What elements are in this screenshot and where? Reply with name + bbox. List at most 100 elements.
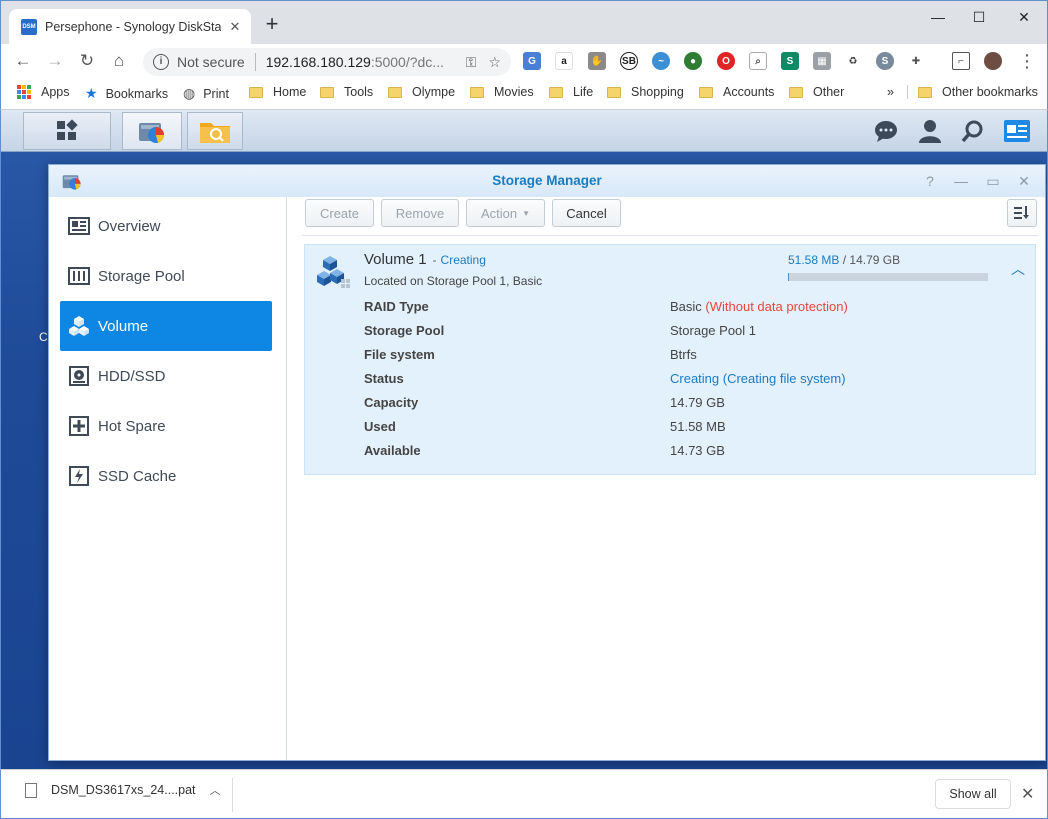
sidebar-item-volume[interactable]: Volume — [60, 301, 272, 351]
sidebar-item-hot-spare[interactable]: Hot Spare — [60, 401, 272, 451]
prop-label-file-system: File system — [364, 347, 435, 362]
file-station-icon — [200, 123, 230, 143]
shelf-close-icon[interactable]: ✕ — [1021, 784, 1034, 804]
cancel-button[interactable]: Cancel — [552, 199, 621, 227]
remove-button[interactable]: Remove — [381, 199, 459, 227]
sidebar-item-ssd-cache[interactable]: SSD Cache — [60, 451, 272, 501]
bookmark-bookmarks[interactable]: ★ Bookmarks — [85, 85, 168, 102]
url-text[interactable]: 192.168.180.129:5000/?dc... — [266, 54, 454, 70]
amazon-extension-icon[interactable]: a — [555, 52, 573, 70]
sort-button[interactable] — [1007, 199, 1037, 227]
user-icon[interactable] — [917, 118, 943, 144]
cast-icon[interactable]: ⌐ — [952, 52, 970, 70]
maximize-button[interactable]: ☐ — [956, 7, 1002, 27]
help-icon[interactable]: ? — [921, 172, 939, 190]
raid-type-value: Basic — [670, 299, 702, 314]
home-icon[interactable]: ⌂ — [107, 49, 131, 73]
sb-extension-icon[interactable]: SB — [620, 52, 638, 70]
prop-value-used: 51.58 MB — [670, 419, 726, 434]
star-bookmark-icon: ★ — [85, 85, 98, 101]
bookmark-accounts[interactable]: Accounts — [699, 85, 774, 99]
reload-icon[interactable]: ↻ — [75, 49, 99, 73]
bookmark-label: Home — [273, 85, 307, 99]
window-maximize-icon[interactable]: ▭ — [984, 172, 1002, 190]
bookmark-movies[interactable]: Movies — [470, 85, 534, 99]
bookmark-apps[interactable]: Apps — [17, 85, 70, 99]
other-bookmarks-label: Other bookmarks — [942, 85, 1038, 99]
key-icon[interactable]: ⚿ — [466, 54, 477, 71]
widgets-icon[interactable] — [1004, 118, 1030, 144]
translate-extension-icon[interactable]: G — [523, 52, 541, 70]
notifications-chat-icon[interactable] — [873, 118, 899, 144]
browser-tab[interactable]: DSM Persephone - Synology DiskStation ✕ — [9, 9, 251, 45]
folder-icon — [249, 86, 263, 98]
prop-value-storage-pool: Storage Pool 1 — [670, 323, 757, 338]
bookmark-life[interactable]: Life — [549, 85, 593, 99]
browser-title-bar: DSM Persephone - Synology DiskStation ✕ … — [0, 0, 1048, 45]
bookmark-other[interactable]: Other — [789, 85, 844, 99]
globe-extension-icon[interactable]: ● — [684, 52, 702, 70]
tab-title: Persephone - Synology DiskStation — [45, 20, 221, 34]
chevron-up-icon[interactable]: ︿ — [1008, 259, 1028, 279]
security-label: Not secure — [177, 54, 245, 70]
bookmark-print[interactable]: ◍ Print — [183, 85, 229, 102]
window-minimize-icon[interactable]: — — [952, 172, 970, 190]
close-button[interactable]: ✕ — [1001, 7, 1047, 27]
forward-icon[interactable]: → — [43, 49, 67, 73]
bookmark-label: Print — [203, 86, 229, 101]
bookmark-shopping[interactable]: Shopping — [607, 85, 684, 99]
menu-icon[interactable]: ⋮ — [1015, 49, 1039, 73]
dsm-taskbar — [1, 110, 1047, 152]
window-close-icon[interactable]: ✕ — [1015, 172, 1033, 190]
dsm-desktop: C Storage Manager ? — ▭ ✕ Overview Stora… — [0, 110, 1048, 769]
taskbar-file-station-button[interactable] — [187, 112, 243, 150]
info-icon[interactable]: i — [153, 54, 169, 70]
bookmarks-overflow-button[interactable]: » — [887, 85, 894, 99]
recycle-extension-icon[interactable]: ♻ — [844, 52, 862, 70]
search-page-extension-icon[interactable]: ⌕ — [749, 52, 767, 70]
prop-value-raid-type: Basic (Without data protection) — [670, 299, 848, 314]
hand-extension-icon[interactable]: ✋ — [588, 52, 606, 70]
bookmark-olympe[interactable]: Olympe — [388, 85, 455, 99]
omnibox-divider — [254, 53, 256, 71]
main-menu-button[interactable] — [23, 112, 111, 150]
bookmark-home[interactable]: Home — [249, 85, 306, 99]
folder-icon — [320, 86, 334, 98]
prop-label-status: Status — [364, 371, 404, 386]
pulse-extension-icon[interactable]: ~ — [652, 52, 670, 70]
minimize-button[interactable]: — — [915, 7, 961, 27]
volume-usage-text: 51.58 MB / 14.79 GB — [788, 253, 901, 267]
sidebar-label: Overview — [98, 217, 161, 235]
overview-icon — [68, 215, 90, 237]
search-icon[interactable] — [960, 118, 986, 144]
download-item[interactable]: DSM_DS3617xs_24....pat ︿ — [25, 782, 221, 798]
star-icon[interactable]: ☆ — [488, 54, 501, 71]
bookmark-tools[interactable]: Tools — [320, 85, 373, 99]
puzzle-extension-icon[interactable]: ✚ — [907, 52, 925, 70]
prop-value-status: Creating (Creating file system) — [670, 371, 846, 386]
back-icon[interactable]: ← — [11, 49, 35, 73]
chevron-up-icon[interactable]: ︿ — [210, 782, 221, 798]
sidebar-item-hdd-ssd[interactable]: HDD/SSD — [60, 351, 272, 401]
tab-close-icon[interactable]: ✕ — [227, 19, 243, 35]
opera-extension-icon[interactable]: O — [717, 52, 735, 70]
volume-card[interactable]: Volume 1- Creating Located on Storage Poo… — [304, 244, 1036, 475]
sidebar-item-storage-pool[interactable]: Storage Pool — [60, 251, 272, 301]
bookmark-label: Life — [573, 85, 594, 99]
sidebar-item-overview[interactable]: Overview — [60, 201, 272, 251]
profile-avatar[interactable] — [984, 52, 1002, 70]
s-extension-icon[interactable]: S — [781, 52, 799, 70]
sidebar-label: SSD Cache — [98, 467, 177, 485]
prop-label-capacity: Capacity — [364, 395, 419, 410]
window-extension-icon[interactable]: ▦ — [813, 52, 831, 70]
skype-extension-icon[interactable]: S — [876, 52, 894, 70]
usage-fill — [788, 273, 789, 281]
other-bookmarks[interactable]: Other bookmarks — [907, 85, 1038, 99]
action-dropdown[interactable]: Action ▼ — [466, 199, 545, 227]
create-button[interactable]: Create — [305, 199, 374, 227]
address-bar[interactable]: i Not secure 192.168.180.129:5000/?dc...… — [143, 48, 511, 76]
new-tab-button[interactable]: + — [263, 13, 281, 35]
taskbar-storage-manager-button[interactable] — [122, 112, 182, 150]
show-all-button[interactable]: Show all — [935, 779, 1011, 809]
prop-value-capacity: 14.79 GB — [670, 395, 725, 410]
